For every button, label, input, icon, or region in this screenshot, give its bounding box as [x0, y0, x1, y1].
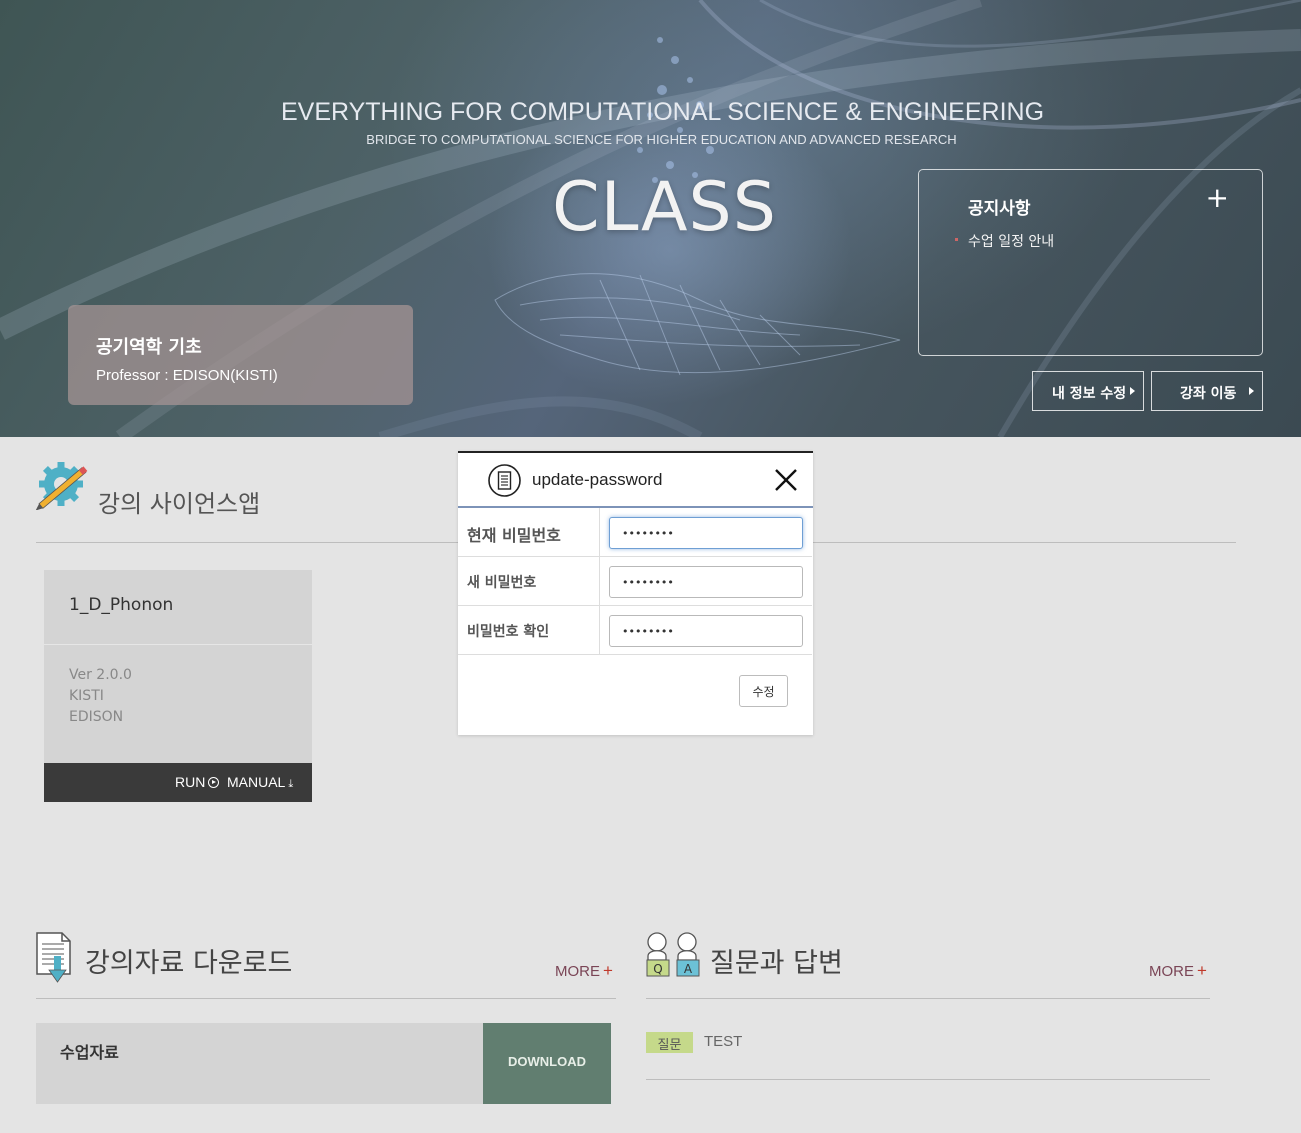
svg-text:A: A: [684, 962, 693, 976]
course-info-box: 공기역학 기초 Professor : EDISON(KISTI): [68, 305, 413, 405]
hero-banner: EVERYTHING FOR COMPUTATIONAL SCIENCE & E…: [0, 0, 1301, 437]
app-version: Ver 2.0.0: [69, 667, 132, 683]
form-row-new-password: 새 비밀번호: [458, 557, 812, 606]
download-arrow-icon: ⤓: [288, 778, 294, 790]
downloads-more-link[interactable]: MORE +: [555, 961, 613, 981]
app-name[interactable]: 1_D_Phonon: [69, 595, 173, 615]
new-password-label: 새 비밀번호: [458, 557, 600, 606]
qa-more-link[interactable]: MORE +: [1149, 961, 1207, 981]
current-password-label: 현재 비밀번호: [458, 508, 600, 557]
hero-headline: EVERYTHING FOR COMPUTATIONAL SCIENCE & E…: [280, 98, 1045, 126]
edit-my-info-label: 내 정보 수정: [1052, 386, 1127, 402]
confirm-password-input[interactable]: [609, 615, 803, 647]
more-label: MORE: [555, 963, 600, 980]
arrow-right-icon: [1249, 387, 1254, 395]
qa-item-divider: [646, 1079, 1210, 1080]
confirm-password-label: 비밀번호 확인: [458, 606, 600, 655]
arrow-right-icon: [1130, 387, 1135, 395]
submit-button[interactable]: 수정: [739, 675, 788, 707]
notice-more-plus-icon[interactable]: +: [1206, 184, 1229, 212]
new-password-input[interactable]: [609, 566, 803, 598]
science-app-card: 1_D_Phonon Ver 2.0.0 KISTI EDISON RUN MA…: [44, 570, 312, 802]
notice-panel: 공지사항 + 수업 일정 안내: [918, 169, 1263, 356]
app-action-bar: RUN MANUAL ⤓: [44, 763, 312, 802]
form-row-current-password: 현재 비밀번호: [458, 508, 812, 557]
qa-title: 질문과 답변: [710, 948, 843, 979]
dialog-header: update-password: [458, 453, 813, 508]
close-icon[interactable]: [773, 467, 799, 493]
section-divider: [646, 998, 1210, 999]
course-title: 공기역학 기초: [96, 337, 202, 358]
plus-icon: +: [603, 961, 613, 980]
edit-my-info-button[interactable]: 내 정보 수정: [1032, 371, 1144, 411]
gear-pencil-icon: [35, 462, 88, 510]
dialog-title: update-password: [532, 470, 663, 489]
run-button[interactable]: RUN: [175, 774, 220, 790]
move-course-label: 강좌 이동: [1180, 386, 1237, 402]
document-download-icon: [36, 932, 71, 983]
app-organization: KISTI: [69, 688, 104, 704]
downloads-title: 강의자료 다운로드: [85, 948, 293, 979]
current-password-input[interactable]: [609, 517, 803, 549]
download-button[interactable]: DOWNLOAD: [483, 1023, 611, 1104]
question-answer-icon: Q A: [646, 932, 700, 977]
password-form: 현재 비밀번호 새 비밀번호 비밀번호 확인: [458, 508, 812, 655]
document-icon: [488, 464, 521, 497]
app-author: EDISON: [69, 709, 124, 725]
form-row-confirm-password: 비밀번호 확인: [458, 606, 812, 655]
play-circle-icon: [208, 777, 220, 788]
notice-item[interactable]: 수업 일정 안내: [955, 231, 1262, 251]
manual-label: MANUAL: [227, 774, 286, 790]
move-course-button[interactable]: 강좌 이동: [1151, 371, 1263, 411]
card-divider: [44, 644, 312, 645]
update-password-dialog: update-password 현재 비밀번호 새 비밀번호 비밀번호 확인 수…: [458, 451, 813, 735]
download-item-name: 수업자료: [60, 1043, 119, 1062]
svg-text:Q: Q: [653, 962, 662, 976]
manual-download-link[interactable]: MANUAL ⤓: [227, 774, 293, 791]
hero-subheadline: BRIDGE TO COMPUTATIONAL SCIENCE FOR HIGH…: [366, 132, 957, 147]
course-professor: Professor : EDISON(KISTI): [96, 367, 278, 384]
section-divider: [36, 998, 616, 999]
science-apps-title: 강의 사이언스앱: [98, 490, 261, 518]
qa-item-title[interactable]: TEST: [704, 1033, 742, 1050]
plus-icon: +: [1197, 961, 1207, 980]
notice-item-label: 수업 일정 안내: [968, 234, 1055, 250]
run-label: RUN: [175, 774, 206, 790]
download-item: 수업자료 DOWNLOAD: [36, 1023, 611, 1104]
qa-question-badge: 질문: [646, 1032, 693, 1053]
bullet-icon: [955, 238, 958, 241]
more-label: MORE: [1149, 963, 1194, 980]
